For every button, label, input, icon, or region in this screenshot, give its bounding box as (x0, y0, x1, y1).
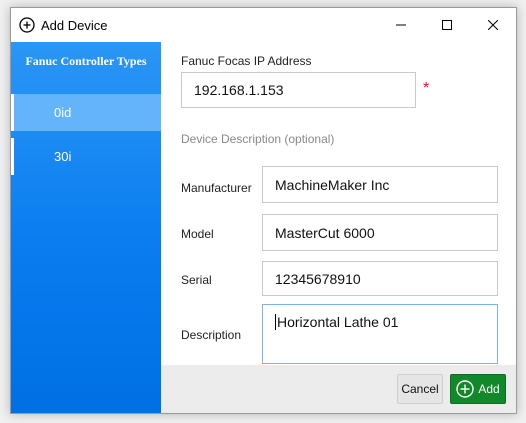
add-button-label: Add (478, 382, 500, 396)
cancel-button[interactable]: Cancel (397, 374, 443, 404)
sidebar-item-label: 0id (54, 105, 72, 120)
sidebar-item-0id[interactable]: 0id (11, 94, 161, 131)
sidebar-header: Fanuc Controller Types (25, 54, 147, 68)
description-label: Description (181, 328, 242, 342)
minimize-button[interactable] (378, 8, 424, 42)
title-bar[interactable]: Add Device (11, 8, 516, 42)
add-device-dialog: Add Device Fanuc Controller Types 0id 30… (10, 7, 517, 414)
ip-address-input[interactable]: 192.168.1.153 (181, 72, 416, 108)
model-input[interactable]: MasterCut 6000 (262, 214, 498, 251)
serial-input[interactable]: 12345678910 (262, 261, 498, 296)
required-indicator: * (423, 80, 430, 97)
device-form: Fanuc Focas IP Address 192.168.1.153 * D… (161, 42, 516, 413)
item-indicator (11, 138, 14, 175)
window-title: Add Device (41, 18, 108, 33)
sidebar-item-label: 30i (54, 149, 72, 164)
maximize-button[interactable] (424, 8, 470, 42)
description-section-label: Device Description (optional) (181, 132, 335, 146)
selection-indicator (11, 94, 14, 131)
close-button[interactable] (470, 8, 516, 42)
add-button[interactable]: Add (450, 374, 506, 404)
text-caret (275, 314, 276, 330)
add-circle-icon (19, 17, 35, 33)
dialog-footer: Cancel Add (161, 365, 516, 413)
controller-type-sidebar: Fanuc Controller Types 0id 30i (11, 42, 161, 413)
sidebar-item-30i[interactable]: 30i (11, 138, 161, 175)
manufacturer-input[interactable]: MachineMaker Inc (262, 166, 498, 203)
description-input[interactable]: Horizontal Lathe 01 (262, 304, 498, 364)
maximize-icon (442, 20, 452, 30)
description-text: Horizontal Lathe 01 (277, 314, 399, 330)
model-label: Model (181, 227, 214, 241)
ip-address-label: Fanuc Focas IP Address (181, 54, 312, 68)
manufacturer-label: Manufacturer (181, 181, 252, 195)
close-icon (488, 20, 498, 30)
minimize-icon (396, 24, 406, 26)
serial-label: Serial (181, 273, 212, 287)
add-circle-icon (456, 380, 475, 398)
